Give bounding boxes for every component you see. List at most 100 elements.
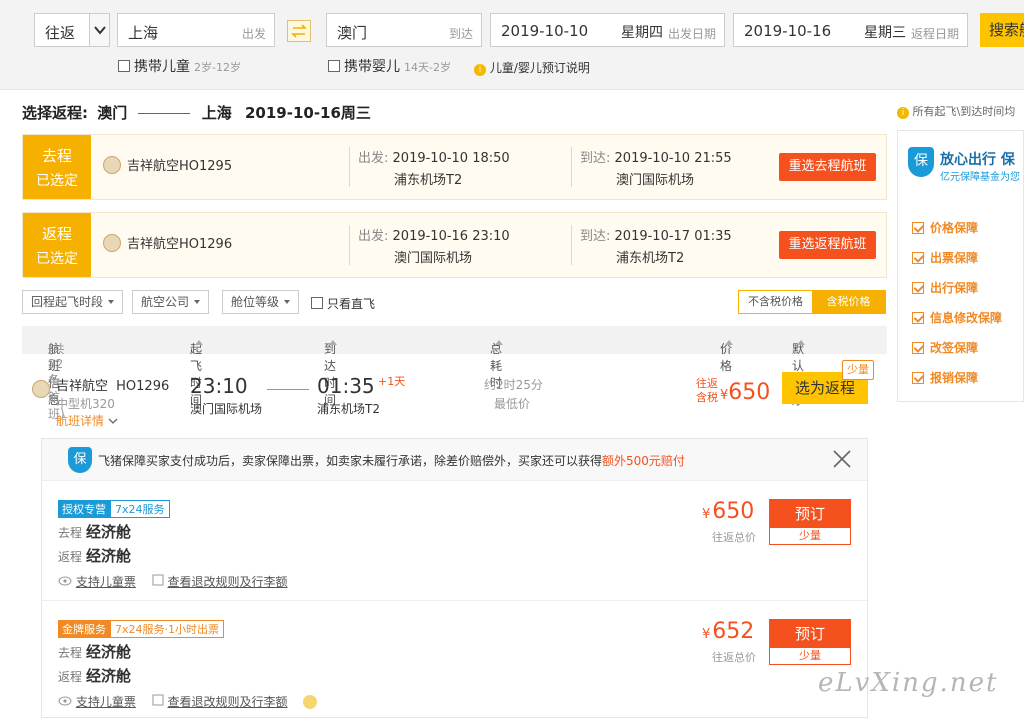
check-icon [912,282,924,294]
guarantee-label: 改签保障 [930,341,979,355]
offer-total-label: 往返总价 [712,531,756,544]
offer-currency: ¥ [702,507,711,522]
chevron-down-icon [89,14,109,46]
book-button[interactable]: 预订 少量 [769,499,851,545]
selected-airline: 吉祥航空HO1295 [103,155,232,174]
selected-departure: 出发: 2019-10-16 23:10 澳门国际机场 [349,225,510,266]
guarantee-item[interactable]: 出票保障 [912,249,978,266]
offer-badges: 授权专营 7x24服务 [58,500,170,518]
infant-option[interactable]: 携带婴儿 14天-2岁 [328,56,451,76]
flight-details-link[interactable]: 航班详情 [56,412,118,429]
route-arrow-icon [138,113,191,114]
price-incl-tax-button[interactable]: 含税价格 [812,291,885,313]
return-label: 返程 [58,670,83,684]
guarantee-item[interactable]: 改签保障 [912,339,978,356]
outbound-cabin: 去程 经济舱 [58,521,131,542]
return-date-value: 2019-10-16 [744,22,832,40]
filter-departure-time[interactable]: 回程起飞时段 [22,290,124,314]
swap-icon [291,24,307,38]
flight-offers-panel: 保 飞猪保障买家支付成功后，卖家保障出票，如卖家未履行承诺，除差价赔偿外，买家还… [41,438,868,718]
offer-currency: ¥ [702,627,711,642]
check-icon [912,252,924,264]
refund-rules-link[interactable]: 查看退改规则及行李额 [168,575,288,589]
time-note: i 所有起飞\到达时间均 [897,103,1015,119]
guarantee-item[interactable]: 价格保障 [912,219,978,236]
direct-only-checkbox[interactable] [311,297,323,309]
route-prefix: 选择返程: [22,104,88,122]
offer-price-value: 652 [712,619,755,644]
document-icon [152,694,164,706]
book-button-label: 预订 [770,500,850,528]
page-title: 选择返程: 澳门 上海 2019-10-16周三 [22,102,371,123]
book-button[interactable]: 预订 少量 [769,619,851,665]
return-cabin-value: 经济舱 [86,547,132,565]
outbound-label: 去程 [58,526,83,540]
from-city-input[interactable]: 上海 出发 [117,13,275,47]
selected-arrival: 到达: 2019-10-10 21:55 澳门国际机场 [571,147,732,188]
return-date-input[interactable]: 2019-10-16 星期三 返程日期 [733,13,968,47]
search-bar: 往返 上海 出发 澳门 到达 2019-10-10 星期四 出发日期 2019-… [0,0,1024,90]
guarantee-item[interactable]: 信息修改保障 [912,309,1002,326]
filter-departure-time-label: 回程起飞时段 [31,295,104,309]
check-icon [912,312,924,324]
eye-icon [58,696,72,706]
flight-table-header: 航班信息(共32条航班) 起飞时间 到达时间 总耗时 价格 默认排序 [22,326,887,421]
sort-up-icon [195,340,203,345]
airline-logo-icon [32,380,50,398]
dep-time: 2019-10-16 23:10 [392,229,510,244]
reselect-outbound-button[interactable]: 重选去程航班 [779,153,876,181]
child-ticket-link[interactable]: 支持儿童票 [76,695,136,709]
price-excl-tax-button[interactable]: 不含税价格 [739,291,812,313]
child-label: 携带儿童 [134,59,190,75]
sidebar-subtitle: 亿元保障基金为您 [940,172,1020,183]
to-city-input[interactable]: 澳门 到达 [326,13,482,47]
filter-cabin-label: 舱位等级 [231,295,280,309]
depart-weekday: 星期四 [621,25,663,41]
price-type-1: 往返 [696,377,718,390]
filter-airline[interactable]: 航空公司 [132,290,210,314]
flight-airline: 吉祥航空 HO1296 [56,375,169,394]
refund-rules-link[interactable]: 查看退改规则及行李额 [168,695,288,709]
offer-links: 支持儿童票 查看退改规则及行李额 [58,693,318,710]
sort-up-icon [797,340,805,345]
offer-badge: 金牌服务 [58,620,110,638]
aircraft-type: 中型机320 [56,397,115,411]
selected-tag-bottom: 已选定 [36,251,78,267]
close-icon[interactable] [832,449,852,469]
offer-service: 7x24服务·1小时出票 [110,620,225,638]
guarantee-item[interactable]: 报销保障 [912,369,978,386]
filter-cabin[interactable]: 舱位等级 [222,290,300,314]
selected-tag: 去程 已选定 [23,135,91,199]
trip-type-select[interactable]: 往返 [34,13,110,47]
from-city-value: 上海 [128,24,159,42]
outbound-cabin-value: 经济舱 [86,643,132,661]
child-option[interactable]: 携带儿童 2岁-12岁 [118,56,241,76]
selected-departure: 出发: 2019-10-10 18:50 浦东机场T2 [349,147,510,188]
return-cabin: 返程 经济舱 [58,665,131,686]
child-ticket-link[interactable]: 支持儿童票 [76,575,136,589]
ticket-note-link[interactable]: i 儿童/婴儿预订说明 [474,59,590,76]
offer-total-label: 往返总价 [712,651,756,664]
dep-label: 出发: [358,151,389,166]
reselect-return-button[interactable]: 重选返程航班 [779,231,876,259]
sidebar-title: 放心出行 保 [940,149,1015,169]
banner-text: 飞猪保障买家支付成功后，卖家保障出票，如卖家未履行承诺，除差价赔偿外，买家还可以… [98,452,685,469]
swap-cities-button[interactable] [287,20,311,42]
sidebar-title-suffix: 保 [1000,152,1015,168]
chevron-down-icon [194,300,201,304]
child-checkbox[interactable] [118,60,130,72]
price-toggle: 不含税价格 含税价格 [738,290,886,314]
depart-date-input[interactable]: 2019-10-10 星期四 出发日期 [490,13,725,47]
gold-medal-icon [303,695,318,709]
outbound-label: 去程 [58,646,83,660]
info-icon: i [474,64,486,76]
check-icon [912,222,924,234]
flight-price: ¥650 [720,380,770,405]
direct-only-option[interactable]: 只看直飞 [311,295,375,312]
infant-checkbox[interactable] [328,60,340,72]
guarantee-label: 报销保障 [930,371,979,385]
search-button[interactable]: 搜索航 [980,13,1024,47]
guarantee-label: 信息修改保障 [930,311,1003,325]
guarantee-item[interactable]: 出行保障 [912,279,978,296]
scarcity-badge: 少量 [842,360,874,380]
